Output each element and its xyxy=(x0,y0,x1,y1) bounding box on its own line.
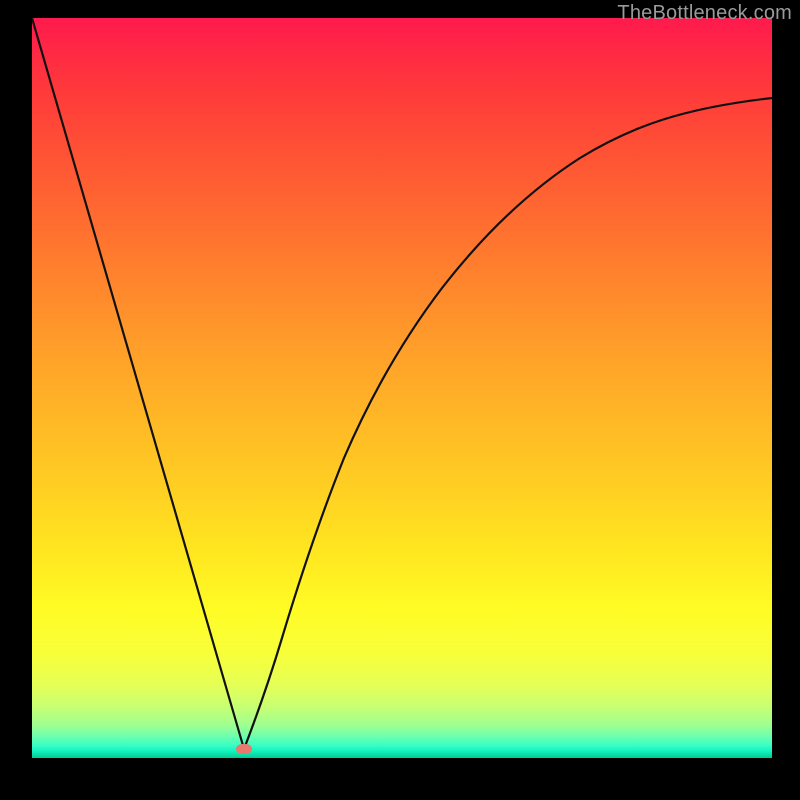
chart-frame: TheBottleneck.com xyxy=(0,0,800,800)
watermark-text: TheBottleneck.com xyxy=(617,2,792,25)
plot-area xyxy=(32,18,772,758)
bottleneck-curve xyxy=(32,18,772,758)
optimum-marker xyxy=(236,744,252,754)
curve-path xyxy=(32,18,772,749)
